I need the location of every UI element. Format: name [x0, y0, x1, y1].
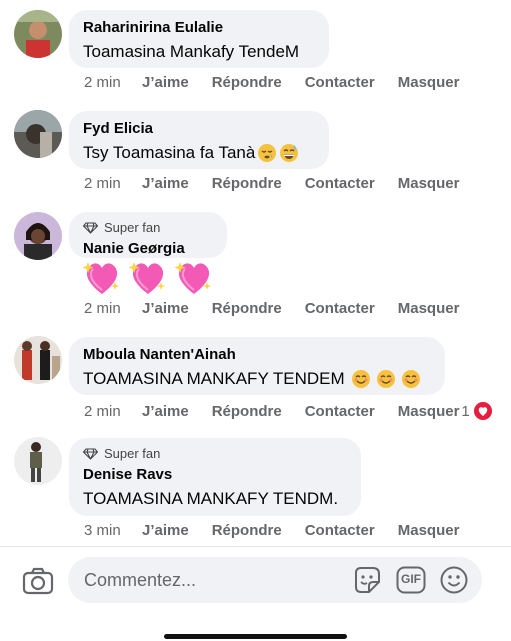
comment-text-row: Tsy Toamasina fa Tanà — [83, 141, 317, 165]
badge-label: Super fan — [104, 446, 161, 461]
reply-button[interactable]: Répondre — [212, 403, 282, 420]
sparkling-hearts-row — [82, 258, 214, 296]
avatar[interactable] — [14, 336, 62, 384]
comment-actions: 2 min J’aime Répondre Contacter Masquer — [84, 300, 482, 317]
like-button[interactable]: J’aime — [142, 175, 189, 192]
reply-button[interactable]: Répondre — [212, 522, 282, 539]
comment-text-row: TOAMASINA MANKAFY TENDEM — [83, 367, 433, 391]
contact-button[interactable]: Contacter — [305, 74, 375, 91]
sparkling-heart-emoji-icon — [82, 262, 119, 294]
sparkling-heart-emoji-icon — [174, 262, 211, 294]
avatar[interactable] — [14, 110, 62, 158]
comment-actions: 2 min J’aime Répondre Contacter Masquer … — [84, 401, 493, 421]
avatar[interactable] — [14, 212, 62, 260]
comment-placeholder: Commentez... — [84, 570, 197, 590]
comment-bubble: Fyd Elicia Tsy Toamasina fa Tanà — [69, 111, 329, 169]
comment-author[interactable]: Mboula Nanten'Ainah — [83, 345, 433, 365]
hide-button[interactable]: Masquer — [398, 300, 460, 317]
comment-author[interactable]: Fyd Elicia — [83, 119, 317, 139]
comment-author[interactable]: Denise Ravs — [83, 465, 349, 485]
comment-author[interactable]: Raharinirina Eulalie — [83, 18, 317, 38]
diamond-icon — [83, 222, 98, 234]
like-button[interactable]: J’aime — [142, 74, 189, 91]
contact-button[interactable]: Contacter — [305, 522, 375, 539]
contact-button[interactable]: Contacter — [305, 175, 375, 192]
smiling-face-emoji-icon — [401, 370, 420, 388]
gif-label: GIF — [401, 572, 421, 586]
comment-bubble: Raharinirina Eulalie Toamasina Mankafy T… — [69, 10, 329, 68]
comment-input[interactable]: Commentez... GIF — [68, 557, 482, 603]
reaction-count: 1 — [461, 402, 470, 420]
comment-time[interactable]: 3 min — [84, 522, 142, 539]
comment-time[interactable]: 2 min — [84, 300, 142, 317]
hide-button[interactable]: Masquer — [398, 522, 460, 539]
comment-text: Tsy Toamasina fa Tanà — [83, 143, 256, 162]
like-button[interactable]: J’aime — [142, 300, 189, 317]
heart-reaction-icon — [472, 401, 493, 421]
grinning-sweat-emoji-icon — [280, 144, 299, 162]
sleepy-face-emoji-icon — [258, 144, 277, 162]
super-fan-badge: Super fan — [83, 220, 215, 236]
avatar[interactable] — [14, 10, 62, 58]
like-button[interactable]: J’aime — [142, 403, 189, 420]
comment-composer: Commentez... GIF — [0, 546, 511, 641]
comment-time[interactable]: 2 min — [84, 74, 142, 91]
sticker-icon[interactable] — [352, 565, 382, 595]
reaction-summary[interactable]: 1 — [461, 401, 493, 421]
badge-label: Super fan — [104, 220, 161, 235]
reply-button[interactable]: Répondre — [212, 74, 282, 91]
comment-actions: 2 min J’aime Répondre Contacter Masquer — [84, 175, 482, 192]
comment-time[interactable]: 2 min — [84, 175, 142, 192]
smiling-face-emoji-icon — [376, 370, 395, 388]
avatar[interactable] — [14, 437, 62, 485]
home-indicator — [164, 634, 347, 639]
smiling-face-emoji-icon — [351, 370, 370, 388]
comment-bubble: Mboula Nanten'Ainah TOAMASINA MANKAFY TE… — [69, 337, 445, 395]
comment-actions: 2 min J’aime Répondre Contacter Masquer — [84, 74, 482, 91]
reply-button[interactable]: Répondre — [212, 175, 282, 192]
hide-button[interactable]: Masquer — [398, 74, 460, 91]
comment-text: Toamasina Mankafy TendeM — [83, 42, 300, 61]
comment-author[interactable]: Nanie Geørgia — [83, 239, 215, 259]
comment-text: TOAMASINA MANKAFY TENDEM — [83, 369, 345, 388]
reply-button[interactable]: Répondre — [212, 300, 282, 317]
comment-actions: 3 min J’aime Répondre Contacter Masquer — [84, 522, 482, 539]
smiley-icon[interactable] — [439, 565, 469, 595]
camera-icon[interactable] — [22, 567, 54, 595]
contact-button[interactable]: Contacter — [305, 300, 375, 317]
comment-bubble: Super fan Nanie Geørgia — [69, 212, 227, 258]
like-button[interactable]: J’aime — [142, 522, 189, 539]
hide-button[interactable]: Masquer — [398, 403, 460, 420]
sparkling-heart-emoji-icon — [128, 262, 165, 294]
comment-bubble: Super fan Denise Ravs TOAMASINA MANKAFY … — [69, 438, 361, 516]
hide-button[interactable]: Masquer — [398, 175, 460, 192]
comment-text: TOAMASINA MANKAFY TENDM. — [83, 489, 339, 508]
super-fan-badge: Super fan — [83, 446, 349, 462]
contact-button[interactable]: Contacter — [305, 403, 375, 420]
diamond-icon — [83, 448, 98, 460]
comment-time[interactable]: 2 min — [84, 403, 142, 420]
